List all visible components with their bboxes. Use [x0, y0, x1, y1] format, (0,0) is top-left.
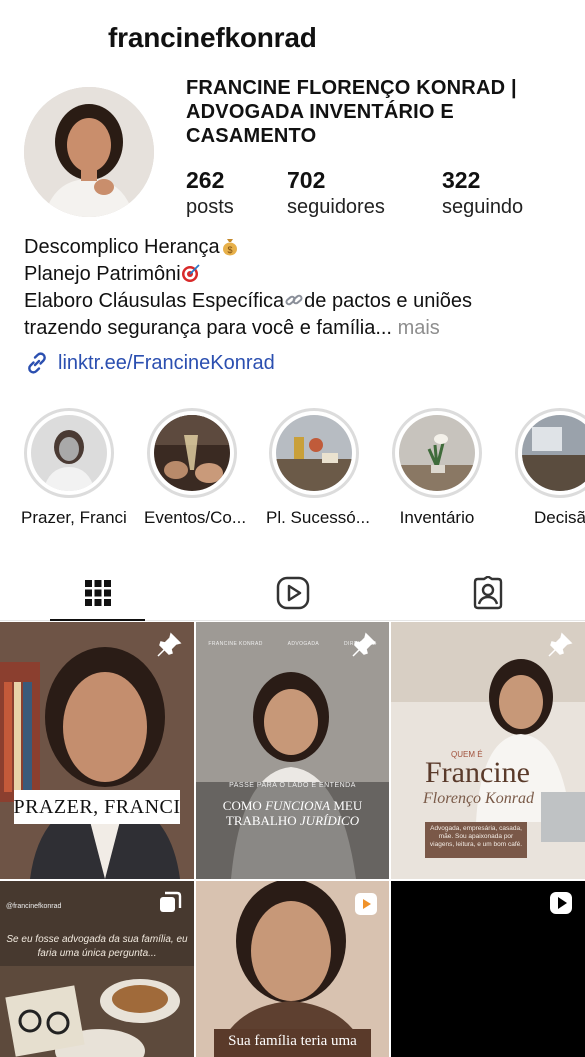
profile-tabs: [0, 566, 585, 621]
profile-bio: Descomplico Herança $ Planejo Patrimôni E…: [24, 234, 564, 342]
stat-following-value: 322: [442, 167, 481, 193]
pin-icon: [548, 632, 573, 657]
bio-line-4: de pactos e uniões: [304, 290, 473, 312]
highlight-thumbnail: [31, 415, 107, 491]
profile-display-name: FRANCINE FLORENÇO KONRAD | ADVOGADA INVE…: [186, 77, 517, 147]
highlight-thumbnail: [522, 415, 585, 491]
post-header-item: ADVOGADA: [287, 641, 320, 647]
post-title-part: MEU: [330, 798, 363, 813]
svg-text:$: $: [227, 245, 232, 255]
highlight-decisao[interactable]: Decisã: [512, 408, 585, 528]
link-icon: [28, 352, 46, 374]
post-caption: PRAZER, FRANCI: [13, 796, 181, 818]
highlight-label: Inventário: [399, 508, 475, 527]
stat-following-label: seguindo: [442, 196, 524, 218]
post-text: Se eu fosse advogada da sua família, eu …: [6, 934, 188, 959]
bio-line-1: Descomplico Herança: [24, 236, 220, 258]
post-image: [196, 622, 389, 879]
post-title: COMO FUNCIONA MEU TRABALHO JURÍDICO: [196, 798, 389, 828]
highlight-label: Decisã: [534, 508, 585, 527]
target-icon: [181, 264, 200, 282]
post-title-part: TRABALHO: [225, 813, 300, 828]
bio-line-2: Planejo Patrimôni: [24, 263, 181, 285]
profile-avatar[interactable]: [24, 87, 154, 217]
bio-more-link[interactable]: mais: [398, 317, 440, 339]
stat-posts-label: posts: [186, 196, 234, 218]
reel-icon: [550, 892, 572, 914]
carousel-icon: [160, 891, 182, 912]
highlight-sucessorio[interactable]: Pl. Sucessó...: [266, 408, 370, 528]
reels-icon: [276, 576, 309, 610]
tab-tagged[interactable]: [390, 566, 585, 620]
post-surname: Florenço Konrad: [423, 790, 534, 807]
stat-followers-label: seguidores: [287, 196, 385, 218]
highlight-label: Pl. Sucessó...: [266, 508, 370, 527]
post-handle: @francinefkonrad: [6, 903, 62, 910]
post-thumbnail[interactable]: Sua família teria uma: [196, 881, 389, 1057]
post-text: Sua família teria uma: [228, 1033, 357, 1049]
stat-followers-value: 702: [287, 167, 326, 193]
bio-line-3: Elaboro Cláusulas Específica: [24, 290, 285, 312]
profile-link-text: linktr.ee/FrancineKonrad: [58, 351, 275, 374]
post-title-part: COMO: [222, 798, 266, 813]
avatar-photo: [24, 87, 154, 217]
link-chain-icon: [285, 294, 303, 306]
post-thumbnail[interactable]: QUEM É Francine Florenço Konrad Advogada…: [391, 622, 585, 879]
highlight-label: Eventos/Co...: [144, 508, 247, 527]
post-description: Advogada, empresária, casada, mãe. Sou a…: [425, 822, 527, 858]
pin-icon: [157, 632, 182, 657]
post-thumbnail[interactable]: [391, 881, 585, 1057]
highlight-thumbnail: [154, 415, 230, 491]
highlight-thumbnail: [399, 415, 475, 491]
post-name: Francine: [425, 756, 530, 789]
tab-posts-grid[interactable]: [0, 566, 195, 621]
profile-link[interactable]: linktr.ee/FrancineKonrad: [24, 350, 275, 376]
money-bag-icon: $: [222, 239, 237, 256]
reel-badge: [355, 893, 377, 915]
post-header-item: FRANCINE KONRAD: [208, 641, 263, 647]
stat-followers[interactable]: 702 seguidores: [287, 166, 385, 220]
highlight-inventario[interactable]: Inventário: [389, 408, 485, 528]
pin-icon: [352, 632, 377, 657]
post-thumbnail[interactable]: FRANCINE KONRAD ADVOGADA DIREITO DE PASS…: [196, 622, 389, 879]
post-title-part: FUNCIONA: [265, 798, 331, 813]
highlight-prazer[interactable]: Prazer, Franci: [21, 408, 127, 528]
stat-posts-value: 262: [186, 167, 225, 193]
post-thumbnail[interactable]: @francinefkonrad Se eu fosse advogada da…: [0, 881, 194, 1057]
bio-line-5: trazendo segurança para você e família..…: [24, 317, 392, 339]
post-image: [0, 622, 194, 879]
highlight-eventos[interactable]: Eventos/Co...: [144, 408, 247, 528]
play-icon: [363, 899, 371, 909]
highlight-thumbnail: [276, 415, 352, 491]
tab-reels[interactable]: [195, 566, 390, 620]
stat-following[interactable]: 322 seguindo: [442, 166, 523, 220]
highlight-label: Prazer, Franci: [21, 508, 127, 527]
stat-posts[interactable]: 262 posts: [186, 166, 234, 220]
profile-username: francinefkonrad: [108, 22, 317, 53]
posts-grid: PRAZER, FRANCI FRANCINE KONRAD ADVOGADA …: [0, 622, 585, 1057]
post-kicker: PASSE PARA O LADO E ENTENDA: [229, 782, 356, 789]
post-title-part: JURÍDICO: [299, 813, 360, 828]
grid-icon: [84, 580, 111, 606]
tagged-person-icon: [473, 576, 502, 610]
post-thumbnail[interactable]: PRAZER, FRANCI: [0, 622, 194, 879]
